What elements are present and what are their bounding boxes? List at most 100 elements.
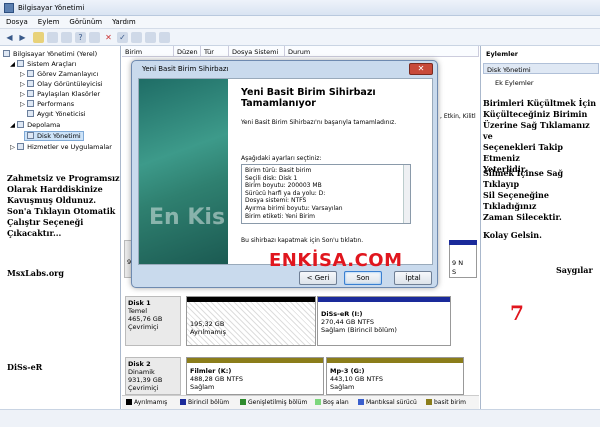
tree-item-device-manager[interactable]: Aygıt Yöneticisi	[27, 110, 86, 118]
partition-disser-i[interactable]: DiSs-eR (I:) 270,44 GB NTFS Sağlam (Biri…	[317, 296, 451, 346]
overlay-right-paragraph-1: Birimleri Küçültmek İçin Küçülteceğiniz …	[483, 98, 597, 174]
status-bar	[0, 409, 600, 427]
disk-2-label[interactable]: Disk 2 Dinamik 931,39 GB Çevrimiçi	[125, 357, 181, 395]
unallocated-swatch	[126, 399, 132, 405]
shared-folder-icon	[27, 90, 35, 97]
check-icon[interactable]: ✓	[117, 32, 128, 43]
actions-more[interactable]: Ek Eylemler	[483, 77, 599, 88]
tree-root[interactable]: Bilgisayar Yönetimi (Yerel)	[3, 50, 97, 58]
partition-mp3-size: 443,10 GB NTFS	[330, 375, 383, 383]
tree-item-disk-management[interactable]: Disk Yönetimi	[24, 131, 84, 141]
partition-disser-i-size: 270,44 GB NTFS	[321, 318, 374, 326]
extended-swatch	[240, 399, 246, 405]
partition-filmler-label: Filmler (K:)	[190, 367, 232, 375]
legend-bar: Ayrılmamış Birincil bölüm Genişletilmiş …	[122, 395, 479, 409]
settings-scrollbar[interactable]	[403, 165, 410, 223]
storage-icon	[17, 121, 25, 128]
tree-item-task-scheduler[interactable]: ▷ Görev Zamanlayıcı	[20, 70, 98, 78]
legend-primary: Birincil bölüm	[180, 399, 229, 406]
column-header-durum[interactable]: Durum	[285, 46, 479, 57]
legend-logical: Mantıksal sürücü	[358, 399, 417, 406]
column-header-birim[interactable]: Birim	[122, 46, 174, 57]
wizard-back-button[interactable]: < Geri	[299, 271, 337, 285]
tree-item-shared-folders[interactable]: ▷ Paylaşılan Klasörler	[20, 90, 100, 98]
overlay-good-luck: Kolay Gelsin.	[483, 230, 542, 240]
primary-swatch	[180, 399, 186, 405]
menu-gorunum[interactable]: Görünüm	[63, 16, 106, 26]
wizard-success-text: Yeni Basit Birim Sihirbazı'nı başarıyla …	[241, 119, 397, 126]
unallocated-state: Ayrılmamış	[190, 328, 226, 336]
menu-dosya[interactable]: Dosya	[0, 16, 32, 26]
disk-1-state: Çevrimiçi	[128, 323, 159, 331]
forward-arrow-icon[interactable]: ▶	[17, 32, 28, 43]
properties-icon[interactable]	[61, 32, 72, 43]
title-bar: Bilgisayar Yönetimi	[0, 0, 600, 16]
computer-management-icon	[4, 3, 14, 13]
wizard-heading: Yeni Basit Birim Sihirbazı Tamamlanıyor	[241, 87, 376, 109]
services-icon	[17, 143, 25, 150]
help-icon[interactable]: ?	[75, 32, 86, 43]
tree-item-event-viewer[interactable]: ▷ Olay Görüntüleyicisi	[20, 80, 103, 88]
disk-icon	[27, 132, 34, 139]
folder-up-icon[interactable]	[33, 32, 44, 43]
legend-extended: Genişletilmiş bölüm	[240, 399, 307, 406]
wizard-title: Yeni Basit Birim Sihirbazı	[142, 65, 229, 73]
partition-partial-state: S	[452, 268, 457, 276]
legend-unallocated: Ayrılmamış	[126, 399, 167, 406]
wizard-body: En Kis Yeni Basit Birim Sihirbazı Tamaml…	[138, 78, 433, 271]
partition-filmler-k[interactable]: Filmler (K:) 488,28 GB NTFS Sağlam	[186, 357, 324, 395]
simple-swatch	[426, 399, 432, 405]
tree-item-services[interactable]: ▷ Hizmetler ve Uygulamalar	[10, 143, 112, 151]
search-icon[interactable]	[145, 32, 156, 43]
logical-swatch	[358, 399, 364, 405]
grid-icon[interactable]	[159, 32, 170, 43]
disk-2-type: Dinamik	[128, 368, 155, 376]
partition-disser-i-state: Sağlam (Birincil bölüm)	[321, 326, 397, 334]
list-view-icon[interactable]	[89, 32, 100, 43]
legend-simple: basit birim	[426, 399, 466, 406]
partition-partial-bar	[449, 240, 477, 245]
menu-eylem[interactable]: Eylem	[32, 16, 64, 26]
wizard-cancel-button[interactable]: İptal	[394, 271, 432, 285]
partition-unallocated[interactable]: 195,32 GB Ayrılmamış	[186, 296, 316, 346]
menu-yardim[interactable]: Yardım	[106, 16, 140, 26]
column-header-duzen[interactable]: Düzen	[174, 46, 201, 57]
clock-icon	[27, 70, 35, 77]
wizard-watermark: En Kis	[149, 205, 226, 230]
status-text-fragment: , Etkin, Kilitl	[440, 113, 476, 120]
partition-filmler-state: Sağlam	[190, 383, 215, 391]
disk-1-label[interactable]: Disk 1 Temel 465,76 GB Çevrimiçi	[125, 296, 181, 346]
overlay-right-paragraph-2: Silmek İçinse Sağ Tıklayıp Sil Seçeneğin…	[483, 168, 564, 222]
disk-1-type: Temel	[128, 307, 148, 315]
partition-mp3-g[interactable]: Mp-3 (G:) 443,10 GB NTFS Sağlam	[326, 357, 464, 395]
disk-1-size: 465,76 GB	[128, 315, 163, 323]
actions-disk-management[interactable]: Disk Yönetimi	[483, 63, 599, 74]
column-header-dosya-sistemi[interactable]: Dosya Sistemi	[229, 46, 285, 57]
console-tree-icon[interactable]	[47, 32, 58, 43]
wizard-settings-list[interactable]: Birim türü: Basit birim Seçili disk: Dis…	[241, 164, 411, 224]
simple-volume-bar-2	[327, 358, 463, 363]
simple-volume-bar	[187, 358, 323, 363]
wizard-close-button[interactable]: ✕	[409, 63, 433, 75]
actions-header: Eylemler	[486, 50, 518, 58]
wizard-finish-button[interactable]: Son	[344, 271, 382, 285]
close-icon: ✕	[417, 64, 425, 73]
overlay-site: MsxLabs.org	[7, 268, 64, 278]
device-manager-icon	[27, 110, 34, 117]
primary-bar	[318, 297, 450, 302]
partition-mp3-label: Mp-3 (G:)	[330, 367, 365, 375]
event-viewer-icon	[27, 80, 35, 87]
tree-item-storage[interactable]: ◢ Depolama	[10, 121, 60, 129]
tree-item-performance[interactable]: ▷ Performans	[20, 100, 74, 108]
overlay-step-number: 7	[510, 301, 524, 325]
column-header-tur[interactable]: Tür	[201, 46, 229, 57]
unallocated-bar	[187, 297, 315, 302]
delete-icon[interactable]: ✕	[103, 32, 114, 43]
open-icon[interactable]	[131, 32, 142, 43]
disk-1-name: Disk 1	[128, 299, 151, 307]
computer-icon	[3, 50, 10, 57]
tree-item-system-tools[interactable]: ◢ Sistem Araçları	[10, 60, 76, 68]
back-arrow-icon[interactable]: ◀	[4, 32, 15, 43]
toolbar: ◀ ▶ ? ✕ ✓	[0, 29, 600, 46]
partition-filmler-size: 488,28 GB NTFS	[190, 375, 243, 383]
